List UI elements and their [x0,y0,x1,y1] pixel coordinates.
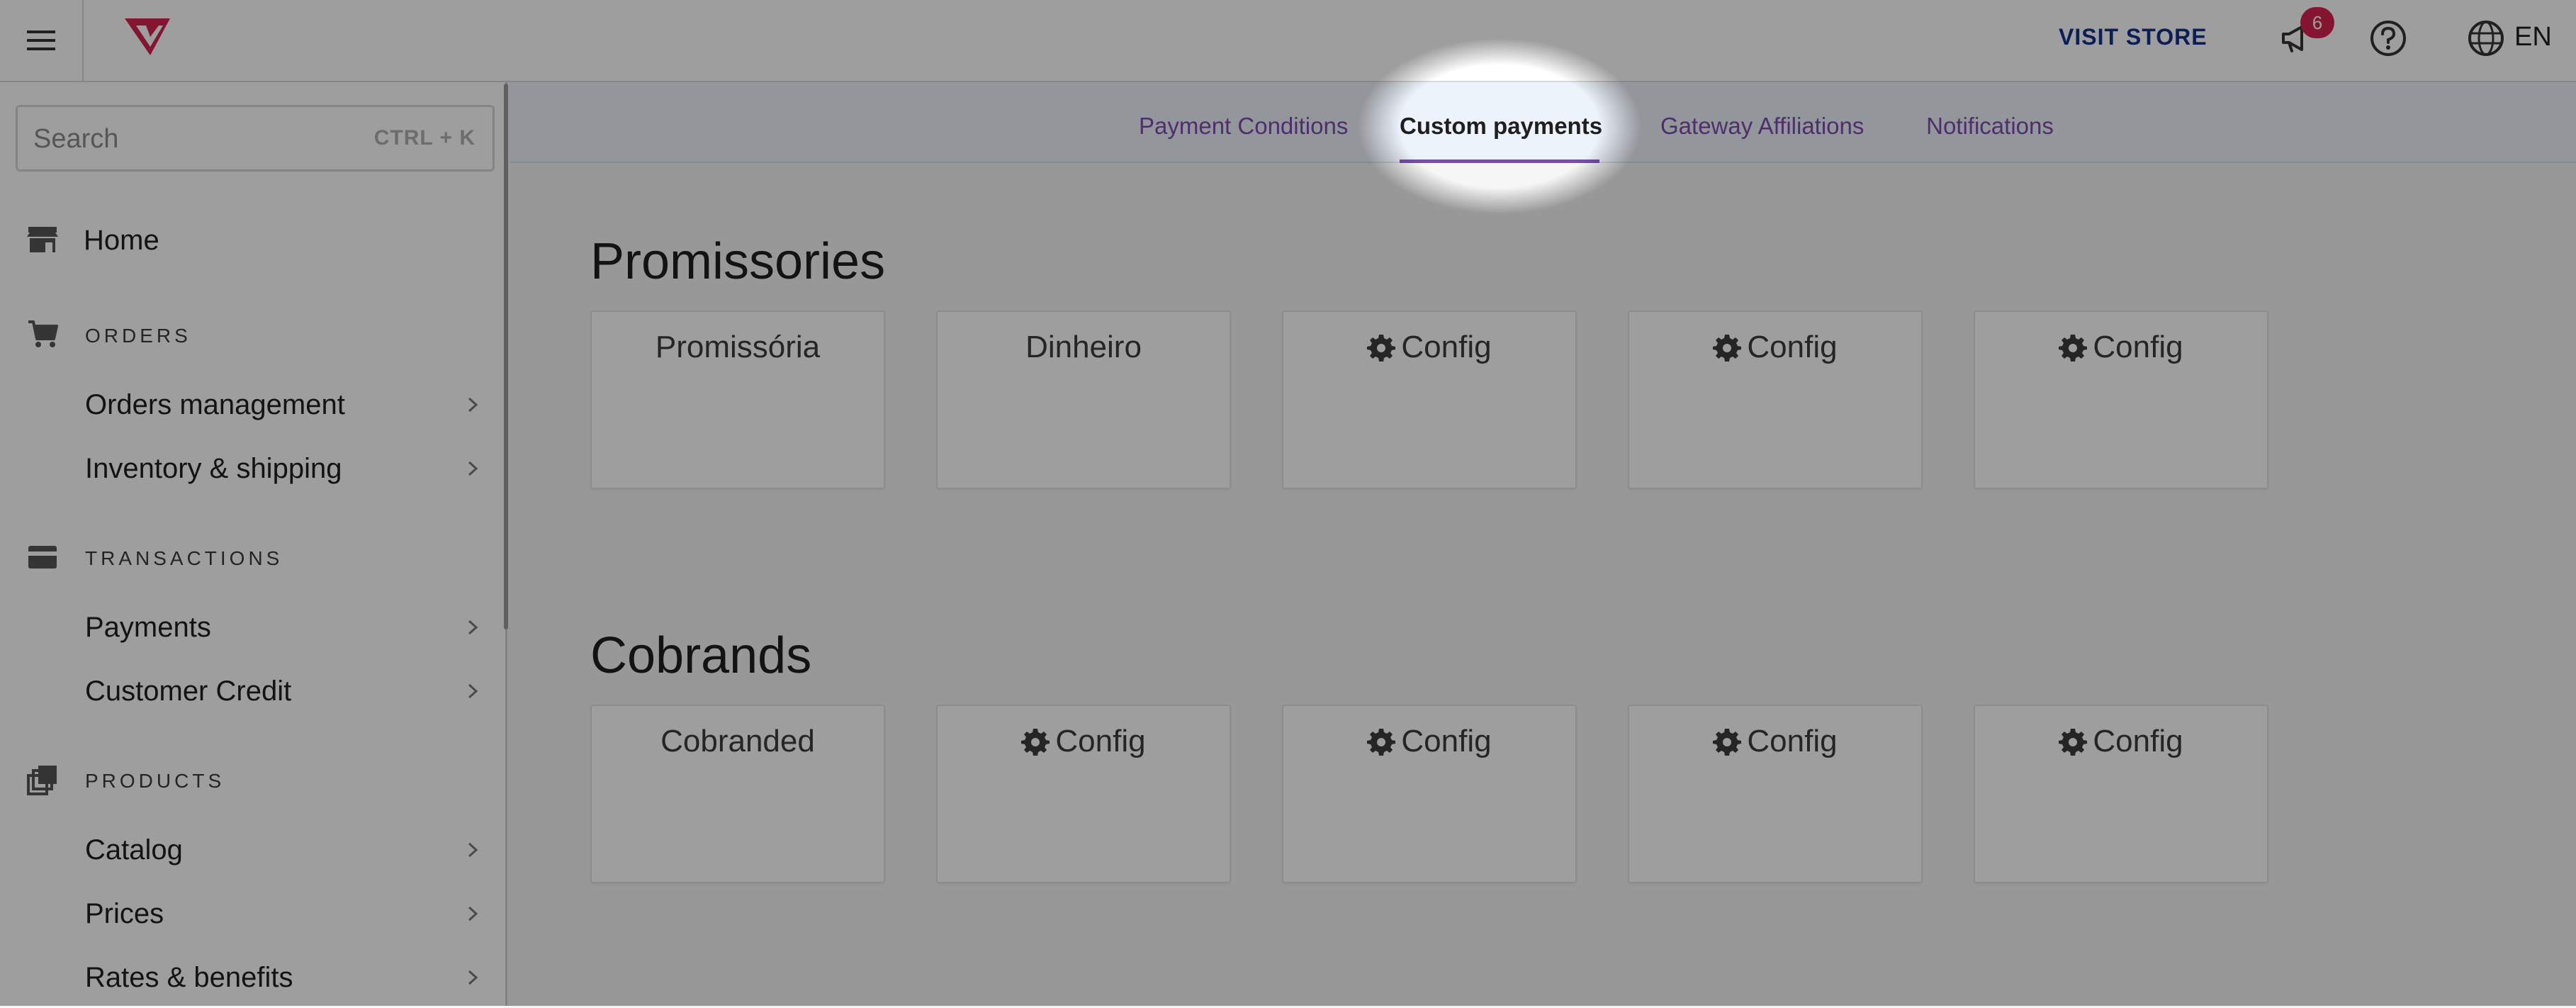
payment-card-cobranded[interactable]: Cobranded [590,705,885,883]
store-icon [24,221,61,258]
sidebar-item-label: Rates & benefits [85,962,293,993]
sidebar-item-inventory-shipping[interactable]: Inventory & shipping [0,438,502,499]
gear-icon [1367,335,1396,362]
search-input[interactable] [32,107,368,171]
tab-bar: Payment Conditions Custom payments Gatew… [510,82,2576,163]
cobrands-title: Cobrands [590,627,812,684]
search-shortcut: CTRL + K [373,126,476,150]
config-card[interactable]: Config [1282,310,1577,489]
chevron-right-icon [468,970,478,985]
card-label: Config [2093,724,2183,758]
sidebar-item-catalog[interactable]: Catalog [0,819,502,880]
sidebar-item-label: Customer Credit [85,676,292,707]
chevron-right-icon [468,461,478,476]
card-label-row: Config [1283,720,1575,763]
sidebar-item-label: Home [84,225,159,256]
card-label-row: Config [1975,326,2267,369]
config-card[interactable]: Config [936,705,1231,883]
gear-icon [1713,335,1742,362]
card-label-row: Promissória [592,326,884,369]
sidebar-item-orders-management[interactable]: Orders management [0,374,502,435]
config-card[interactable]: Config [1628,310,1923,489]
tab-label: Custom payments [1400,113,1603,139]
products-icon [24,761,61,798]
sidebar-item-label: Payments [85,612,211,643]
tab-label: Payment Conditions [1139,113,1349,139]
tab-notifications[interactable]: Notifications [1925,111,2054,163]
gear-icon [2059,335,2088,362]
card-label-row: Config [1975,720,2267,763]
sidebar-item-prices[interactable]: Prices [0,883,502,944]
sidebar-item-label: Inventory & shipping [85,453,342,484]
sidebar-item-customer-credit[interactable]: Customer Credit [0,661,502,722]
tab-label: Gateway Affiliations [1660,113,1864,139]
language-label[interactable]: EN [2514,21,2552,52]
card-label-row: Config [1629,720,1921,763]
chevron-right-icon [468,906,478,922]
sidebar-section-products: PRODUCTS [0,756,502,805]
gear-icon [1367,729,1396,756]
card-label: Config [1747,330,1838,364]
gear-icon [1713,729,1742,756]
sidebar-item-label: Catalog [85,834,183,866]
sidebar: CTRL + K Home ORDERS Orders management [0,82,507,1006]
sidebar-section-transactions: TRANSACTIONS [0,533,502,583]
visit-store-link[interactable]: VISIT STORE [2059,21,2207,52]
language-button[interactable] [2463,16,2509,61]
tab-payment-conditions[interactable]: Payment Conditions [1139,111,1348,163]
cart-icon [24,316,61,353]
globe-icon [2468,21,2504,56]
hamburger-icon [27,30,55,50]
card-label: Config [1401,724,1492,758]
card-label: Config [1747,724,1838,758]
card-label: Dinheiro [1025,330,1142,364]
card-label-row: Dinheiro [938,326,1230,369]
tab-gateway-affiliations[interactable]: Gateway Affiliations [1660,111,1864,163]
chevron-right-icon [468,683,478,699]
card-label: Cobranded [660,724,815,758]
card-label: Config [1401,330,1492,364]
chevron-right-icon [468,397,478,413]
promissories-title: Promissories [590,233,886,290]
payment-card-promissoria[interactable]: Promissória [590,310,885,489]
sidebar-section-label: ORDERS [85,325,191,347]
sidebar-item-rates-benefits[interactable]: Rates & benefits [0,947,502,1008]
card-label-row: Cobranded [592,720,884,763]
config-card[interactable]: Config [1974,310,2268,489]
sidebar-scrollbar[interactable] [504,84,508,629]
sidebar-item-payments[interactable]: Payments [0,597,502,658]
config-card[interactable]: Config [1628,705,1923,883]
chevron-right-icon [468,842,478,858]
credit-card-icon [24,539,61,576]
config-card[interactable]: Config [1974,705,2268,883]
card-label: Config [1055,724,1146,758]
active-tab-indicator [1400,159,1599,163]
search-box[interactable]: CTRL + K [16,105,495,172]
config-card[interactable]: Config [1282,705,1577,883]
sidebar-item-label: Prices [85,898,164,929]
help-button[interactable] [2366,16,2411,61]
top-bar: VISIT STORE 6 EN [0,0,2576,82]
gear-icon [1021,729,1050,756]
tab-custom-payments[interactable]: Custom payments [1400,111,1603,163]
payment-card-dinheiro[interactable]: Dinheiro [936,310,1231,489]
tab-label: Notifications [1926,113,2054,139]
sidebar-item-label: Orders management [85,389,345,420]
card-label-row: Config [938,720,1230,763]
chevron-right-icon [468,620,478,635]
vtex-logo-icon[interactable] [122,16,173,58]
card-label-row: Config [1283,326,1575,369]
gear-icon [2059,729,2088,756]
card-label: Config [2093,330,2183,364]
card-label: Promissória [655,330,821,364]
card-label-row: Config [1629,326,1921,369]
sidebar-item-home[interactable]: Home [0,208,502,272]
sidebar-section-label: TRANSACTIONS [85,547,283,569]
notification-badge: 6 [2300,7,2334,38]
sidebar-section-orders: ORDERS [0,310,502,360]
help-icon [2370,21,2406,56]
menu-button[interactable] [0,0,84,81]
sidebar-section-label: PRODUCTS [85,770,225,792]
main-content: Promissories Promissória Dinheiro Config… [510,164,2576,1006]
